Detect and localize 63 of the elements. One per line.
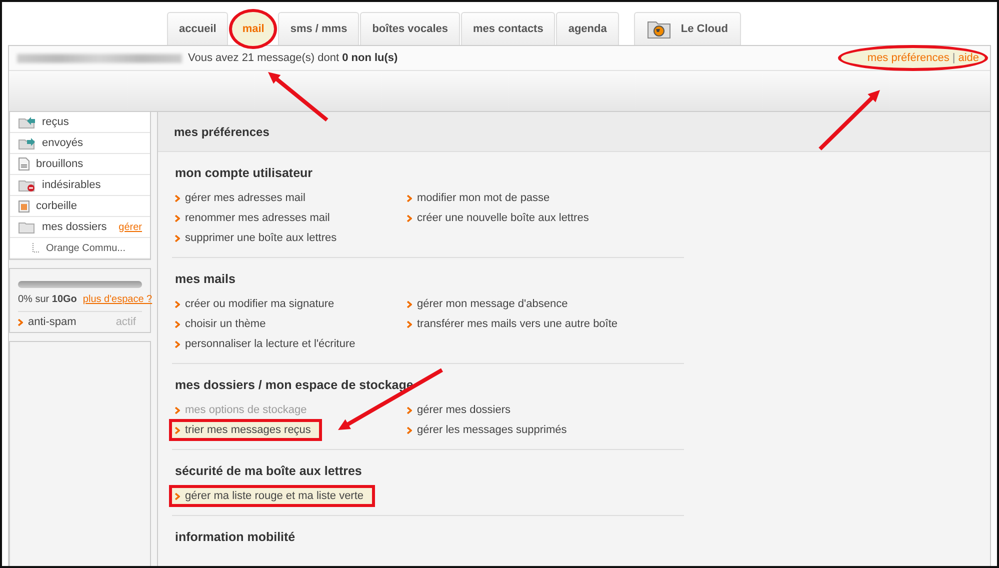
preference-link[interactable]: renommer mes adresses mail <box>172 210 404 226</box>
chevron-icon <box>175 406 180 414</box>
annotation-arrow <box>268 72 328 122</box>
document-icon <box>18 157 30 171</box>
chevron-icon <box>175 194 180 202</box>
section-heading: sécurité de ma boîte aux lettres <box>174 464 363 478</box>
folder-arrow-icon <box>18 136 36 150</box>
chevron-icon <box>407 194 412 202</box>
chevron-icon <box>407 426 412 434</box>
chevron-icon <box>175 214 180 222</box>
chevron-icon <box>175 492 180 500</box>
nav-tab[interactable]: mes contacts <box>461 12 556 45</box>
folder-globe-icon <box>646 20 671 38</box>
nav-tab[interactable]: sms / mms <box>278 12 360 45</box>
folder-blocked-icon <box>18 178 36 192</box>
section-heading: mon compte utilisateur <box>174 166 314 180</box>
chevron-icon <box>18 318 23 326</box>
preference-link[interactable]: gérer mes adresses mail <box>172 190 404 206</box>
preference-link[interactable]: gérer mes dossiers <box>404 402 684 418</box>
storage-usage-text: 0% sur 10Go <box>18 294 77 305</box>
antispam-status: actif <box>116 316 136 328</box>
preference-link[interactable]: gérer les messages supprimés <box>404 422 684 438</box>
preference-link[interactable]: choisir un thème <box>172 316 404 332</box>
section-heading: mes mails <box>174 272 236 286</box>
chevron-icon <box>175 320 180 328</box>
tree-connector-icon <box>32 243 40 253</box>
separator-text: | <box>952 52 956 64</box>
chevron-icon <box>407 214 412 222</box>
cloud-tab[interactable]: Le Cloud <box>634 12 741 45</box>
page-title: mes préférences <box>158 112 990 152</box>
trash-icon <box>18 199 30 213</box>
antispam-link[interactable]: anti-spam <box>28 316 111 328</box>
preference-link[interactable]: gérer ma liste rouge et ma liste verte <box>172 488 372 504</box>
chevron-icon <box>407 300 412 308</box>
nav-tab[interactable]: accueil <box>167 12 228 45</box>
nav-tab[interactable]: boîtes vocales <box>360 12 460 45</box>
folder-icon <box>18 220 36 234</box>
folder-item[interactable]: envoyés <box>10 133 150 154</box>
preference-link[interactable]: personnaliser la lecture et l'écriture <box>172 336 404 352</box>
annotation-arrow <box>818 90 880 150</box>
folder-item[interactable]: reçus <box>10 112 150 133</box>
preference-link[interactable]: créer une nouvelle boîte aux lettres <box>404 210 684 226</box>
chevron-icon <box>407 320 412 328</box>
preference-link[interactable]: créer ou modifier ma signature <box>172 296 404 312</box>
chevron-icon <box>407 406 412 414</box>
nav-tab[interactable]: agenda <box>556 12 619 45</box>
message-count-text: Vous avez 21 message(s) dont 0 non lu(s) <box>188 52 398 64</box>
preference-link[interactable]: modifier mon mot de passe <box>404 190 684 206</box>
chevron-icon <box>175 340 180 348</box>
folder-item[interactable]: brouillons <box>10 154 150 175</box>
folder-item[interactable]: indésirables <box>10 175 150 196</box>
preference-link[interactable]: trier mes messages reçus <box>172 422 319 438</box>
preference-link[interactable]: supprimer une boîte aux lettres <box>172 230 404 246</box>
chevron-icon <box>175 234 180 242</box>
preference-link[interactable]: gérer mon message d'absence <box>404 296 684 312</box>
chevron-icon <box>175 426 180 434</box>
folder-item[interactable]: mes dossiers gérer <box>10 217 150 238</box>
folder-arrow-icon <box>18 116 36 128</box>
chevron-icon <box>175 300 180 308</box>
section-heading: information mobilité <box>174 530 296 544</box>
folder-item[interactable]: corbeille <box>10 196 150 217</box>
subfolder-item[interactable]: Orange Commu... <box>10 238 150 259</box>
preference-link[interactable]: transférer mes mails vers une autre boîte <box>404 316 684 332</box>
